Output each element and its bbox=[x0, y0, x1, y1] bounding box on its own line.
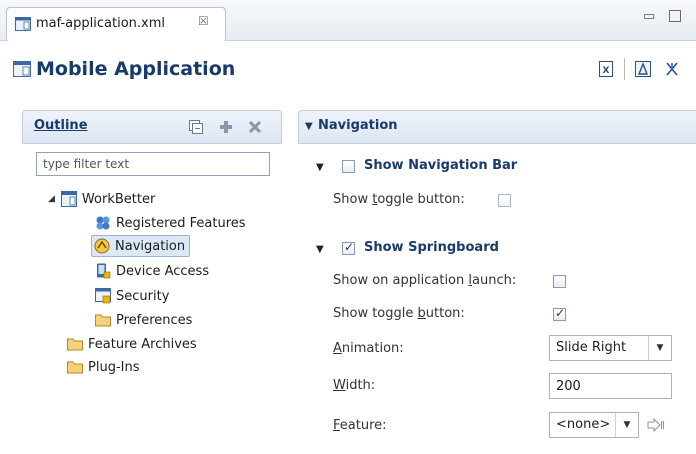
tree-node-security[interactable]: Security bbox=[95, 285, 169, 307]
page-title: Mobile Application bbox=[36, 58, 236, 80]
springboard-toggle-checkbox[interactable] bbox=[553, 306, 566, 321]
mobile-app-icon bbox=[13, 61, 31, 77]
tree-label: Navigation bbox=[115, 238, 186, 254]
width-input[interactable] bbox=[549, 373, 672, 399]
mobile-app-icon bbox=[60, 191, 77, 207]
filter-input[interactable] bbox=[36, 152, 270, 176]
toolbar-separator bbox=[624, 58, 625, 80]
nav-bar-toggle-checkbox[interactable] bbox=[498, 194, 511, 207]
minimize-icon[interactable]: ▭ bbox=[643, 9, 655, 24]
tree-node-navigation[interactable]: Navigation bbox=[91, 235, 191, 257]
show-navigation-bar-label: Show Navigation Bar bbox=[364, 158, 518, 173]
animation-value: Slide Right bbox=[556, 340, 627, 355]
width-label: Width: bbox=[333, 378, 376, 393]
springboard-toggle-label: Show toggle button: bbox=[333, 306, 465, 321]
chevron-down-icon[interactable]: ▼ bbox=[648, 336, 671, 360]
go-to-feature-icon[interactable] bbox=[647, 418, 665, 432]
tab-label: maf-application.xml bbox=[36, 16, 165, 31]
tree-node-workbetter[interactable]: ◢ WorkBetter bbox=[48, 188, 155, 210]
tree-label: Security bbox=[116, 288, 170, 304]
tree-node-plug-ins[interactable]: Plug-Ins bbox=[67, 356, 139, 378]
tree-label: Preferences bbox=[116, 312, 193, 328]
editor-tab[interactable]: maf-application.xml ☒ bbox=[6, 7, 226, 41]
expand-arrow-icon[interactable]: ◢ bbox=[48, 194, 55, 204]
folder-icon bbox=[95, 314, 111, 327]
svg-text:X: X bbox=[603, 66, 610, 76]
maximize-icon[interactable] bbox=[669, 10, 681, 22]
feature-label: Feature: bbox=[333, 418, 387, 433]
tree-label: WorkBetter bbox=[81, 191, 156, 207]
deploy-icon[interactable] bbox=[664, 61, 680, 77]
tree-node-preferences[interactable]: Preferences bbox=[95, 309, 192, 331]
nav-bar-toggle-label: Show toggle button: bbox=[333, 192, 465, 207]
tree-node-device-access[interactable]: Device Access bbox=[95, 260, 209, 282]
editor-header: Mobile Application X bbox=[0, 41, 696, 99]
xml-source-icon[interactable]: X bbox=[598, 61, 614, 77]
tree-node-feature-archives[interactable]: Feature Archives bbox=[67, 333, 197, 355]
animation-label: Animation: bbox=[333, 341, 404, 356]
show-navigation-bar-checkbox[interactable] bbox=[342, 160, 355, 173]
feature-select[interactable]: <none> ▼ bbox=[549, 412, 639, 438]
collapse-triangle-icon[interactable]: ▼ bbox=[316, 162, 324, 173]
folder-icon bbox=[67, 361, 83, 374]
tree-label: Registered Features bbox=[116, 215, 246, 231]
tree-label: Device Access bbox=[116, 263, 210, 279]
tree-label: Plug-Ins bbox=[88, 359, 140, 375]
mobile-app-icon bbox=[15, 17, 31, 31]
show-on-launch-checkbox[interactable] bbox=[553, 275, 566, 288]
show-springboard-checkbox[interactable] bbox=[342, 240, 355, 255]
puzzle-icon bbox=[96, 216, 110, 230]
tree-node-registered-features[interactable]: Registered Features bbox=[95, 212, 246, 234]
animation-select[interactable]: Slide Right ▼ bbox=[549, 335, 672, 361]
tree-label: Feature Archives bbox=[88, 336, 197, 352]
remove-icon[interactable] bbox=[248, 120, 262, 134]
feature-value: <none> bbox=[556, 417, 611, 432]
collapse-triangle-icon[interactable]: ▼ bbox=[316, 244, 324, 255]
outline-title: Outline bbox=[34, 118, 88, 133]
close-tab-icon[interactable]: ☒ bbox=[198, 14, 209, 28]
launch-label: Show on application launch: bbox=[333, 273, 517, 288]
show-springboard-label: Show Springboard bbox=[364, 240, 499, 255]
navigation-icon bbox=[94, 238, 110, 254]
section-title: Navigation bbox=[318, 118, 398, 133]
add-icon[interactable] bbox=[219, 120, 233, 134]
device-lock-icon bbox=[97, 263, 111, 279]
collapse-all-icon[interactable] bbox=[189, 120, 203, 134]
preview-icon[interactable] bbox=[635, 61, 651, 77]
collapse-triangle-icon[interactable]: ▼ bbox=[305, 121, 313, 132]
security-icon bbox=[95, 288, 111, 304]
folder-icon bbox=[67, 338, 83, 351]
chevron-down-icon[interactable]: ▼ bbox=[615, 413, 638, 437]
